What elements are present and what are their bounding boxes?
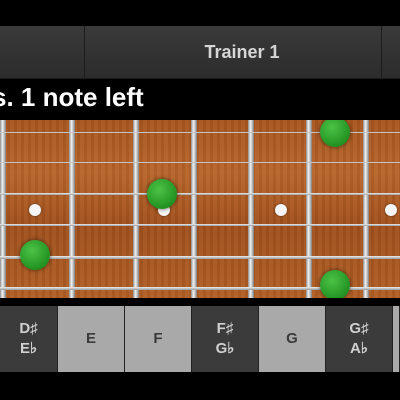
- note-label-sharp: F♯: [216, 320, 234, 337]
- status-message: s. 1 note left: [0, 80, 400, 118]
- note-position-dot[interactable]: [320, 270, 350, 298]
- fret-wire: [363, 120, 369, 298]
- fret-wire: [306, 120, 312, 298]
- note-button-e[interactable]: E: [58, 306, 125, 372]
- note-position-dot[interactable]: [20, 240, 50, 270]
- fret-inlay-marker: [29, 204, 41, 216]
- notes-left-text: s. 1 note left: [0, 82, 144, 112]
- bottom-bar: [0, 372, 400, 400]
- status-bar: [0, 0, 400, 26]
- note-button-f-sharp[interactable]: F♯ G♭: [192, 306, 259, 372]
- header-bar: Trainer 1: [0, 26, 400, 79]
- guitar-string: [0, 162, 400, 163]
- note-label-flat: E♭: [19, 340, 38, 357]
- fretboard[interactable]: [0, 120, 400, 298]
- note-button-g[interactable]: G: [259, 306, 326, 372]
- note-label: G: [286, 330, 298, 347]
- note-label: E: [85, 330, 96, 347]
- note-position-dot[interactable]: [320, 120, 350, 147]
- header-title[interactable]: Trainer 1: [84, 26, 400, 78]
- note-button-d-sharp[interactable]: D♯ E♭: [0, 306, 58, 372]
- note-label: F: [153, 330, 163, 347]
- note-label-flat: G♭: [215, 340, 235, 357]
- fret-wire: [69, 120, 75, 298]
- note-label-sharp: D♯: [19, 320, 38, 337]
- fret-wire: [248, 120, 254, 298]
- note-label-sharp: G♯: [349, 320, 369, 337]
- note-button-bar: D♯ E♭ E F F♯ G♭ G G♯ A♭: [0, 300, 400, 372]
- note-label-flat: A♭: [350, 340, 368, 357]
- guitar-string: [0, 256, 400, 259]
- fret-inlay-marker: [385, 204, 397, 216]
- fret-wire: [191, 120, 197, 298]
- guitar-string: [0, 224, 400, 226]
- fret-wire: [133, 120, 139, 298]
- note-position-dot[interactable]: [147, 179, 177, 209]
- note-button-a[interactable]: [393, 306, 400, 372]
- fret-wire: [0, 120, 6, 298]
- note-button-f[interactable]: F: [125, 306, 192, 372]
- guitar-string: [0, 193, 400, 195]
- note-button-g-sharp[interactable]: G♯ A♭: [326, 306, 393, 372]
- fret-inlay-marker: [275, 204, 287, 216]
